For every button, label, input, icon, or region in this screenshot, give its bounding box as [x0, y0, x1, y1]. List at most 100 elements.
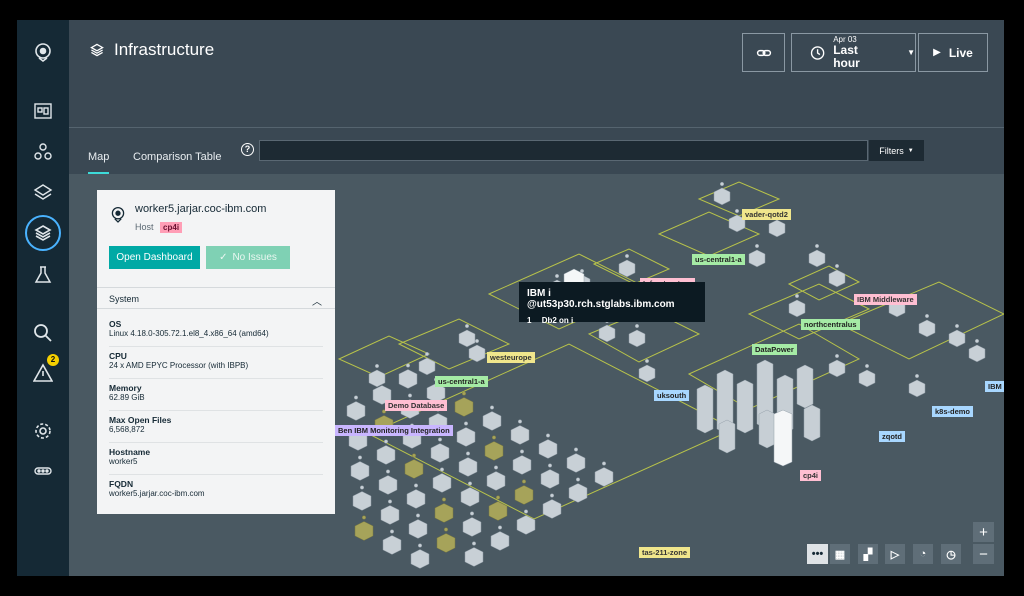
node-marker: [573, 447, 579, 452]
map-tooltip: IBM i @ut53p30.rch.stglabs.ibm.com 1 Db2…: [519, 282, 705, 325]
zone-outline: [787, 265, 861, 301]
node-marker: [523, 509, 529, 514]
clock-icon: [810, 45, 825, 60]
tooltip-name: Db2 on i: [541, 316, 574, 325]
map-label-k8s-demo[interactable]: k8s-demo: [932, 406, 974, 417]
search-icon[interactable]: [30, 320, 56, 346]
node-marker: [834, 353, 840, 359]
node-marker: [864, 363, 870, 369]
node-marker: [357, 455, 363, 460]
timeframe-text: Apr 03 Last hour: [833, 35, 885, 70]
map-label-ibm[interactable]: IBM: [985, 381, 1004, 392]
settings-icon[interactable]: [30, 418, 56, 444]
map-label-us-central1-a[interactable]: us-central1-a: [692, 254, 745, 265]
host-node: [490, 531, 510, 551]
node-marker: [465, 451, 471, 456]
host-detail-panel: worker5.jarjar.coc-ibm.com Host cp4i Ope…: [97, 190, 335, 514]
more-icon[interactable]: [30, 458, 56, 484]
caret-down-icon: ▼: [907, 48, 915, 57]
host-tower: [718, 419, 736, 454]
map-label-uksouth[interactable]: uksouth: [654, 390, 690, 401]
gauge-button[interactable]: ◷: [941, 544, 961, 564]
map-label-cp4i[interactable]: cp4i: [800, 470, 822, 481]
tooltip-count: 1: [527, 316, 532, 325]
host-node: [456, 427, 476, 447]
host-node: [908, 379, 926, 398]
infrastructure-icon[interactable]: [25, 215, 61, 251]
live-button[interactable]: ▶ Live: [918, 33, 988, 72]
tab-comparison-table[interactable]: Comparison Table: [133, 151, 221, 163]
node-marker: [463, 421, 469, 426]
node-marker: [644, 358, 650, 364]
divider: [109, 346, 323, 347]
host-node: [430, 443, 450, 463]
tag-button[interactable]: ▷: [885, 544, 905, 564]
zoom-in-button[interactable]: +: [973, 522, 994, 542]
node-marker: [517, 419, 523, 424]
host-node: [486, 471, 506, 491]
node-marker: [383, 439, 389, 444]
timeframe-picker[interactable]: Apr 03 Last hour ▼: [791, 33, 916, 72]
node-marker: [719, 181, 725, 187]
open-dashboard-button[interactable]: Open Dashboard: [109, 246, 200, 269]
node-marker: [489, 405, 495, 410]
link-icon: [756, 49, 771, 56]
map-label-northcentralus[interactable]: northcentralus: [801, 319, 860, 330]
map-label-zqotd[interactable]: zqotd: [879, 431, 905, 442]
host-node: [484, 441, 504, 461]
sidebar: 2: [17, 20, 69, 576]
host-node: [510, 425, 530, 445]
property-max-open-files: Max Open Files 6,568,872: [109, 415, 172, 434]
node-marker: [437, 437, 443, 442]
node-marker: [545, 433, 551, 438]
node-marker: [405, 363, 411, 368]
tab-map[interactable]: Map: [88, 151, 110, 175]
host-node: [788, 299, 806, 318]
copy-link-button[interactable]: [742, 33, 785, 72]
pie-icon: ◔: [919, 548, 927, 560]
filters-label: Filters: [879, 145, 904, 156]
zoom-out-button[interactable]: −: [973, 544, 994, 564]
node-marker: [754, 243, 760, 249]
node-marker: [424, 351, 430, 357]
map-label-datapower[interactable]: DataPower: [752, 344, 797, 355]
events-badge: 2: [47, 354, 59, 366]
applications-icon[interactable]: [30, 98, 56, 124]
filters-button[interactable]: Filters ▼: [869, 140, 924, 161]
no-issues-button[interactable]: ✓ No Issues: [206, 246, 290, 269]
more-options-button[interactable]: •••: [807, 544, 828, 564]
logo-icon[interactable]: [30, 39, 56, 65]
map-label-westeurope[interactable]: westeurope: [487, 352, 535, 363]
map-label-ibm-middleware[interactable]: IBM Middleware: [854, 294, 917, 305]
services-icon[interactable]: [30, 139, 56, 165]
node-marker: [374, 363, 380, 369]
map-label-ben-ibm-monitoring[interactable]: Ben IBM Monitoring Integration: [335, 425, 453, 436]
events-icon[interactable]: 2: [30, 354, 59, 386]
node-marker: [954, 323, 960, 329]
host-node: [436, 533, 456, 553]
map-label-demo-database[interactable]: Demo Database: [385, 400, 448, 411]
map-label-tas-211-zone[interactable]: tas-211-zone: [639, 547, 691, 558]
host-tag[interactable]: cp4i: [160, 222, 183, 233]
node-marker: [474, 338, 480, 344]
map-label-vader-qotd2[interactable]: vader-qotd2: [742, 209, 791, 220]
system-section-header[interactable]: System ︿: [97, 287, 335, 309]
host-tower: [796, 364, 814, 409]
host-node: [368, 369, 386, 388]
node-marker: [601, 461, 607, 466]
layout-button[interactable]: ▞: [858, 544, 878, 564]
divider: [109, 410, 323, 411]
analytics-icon[interactable]: [30, 262, 56, 288]
grid-view-button[interactable]: ▦: [830, 544, 850, 564]
platforms-icon[interactable]: [30, 180, 56, 206]
map-label-us-central1-a-2[interactable]: us-central1-a: [435, 376, 488, 387]
check-icon: ✓: [219, 252, 228, 263]
node-marker: [469, 511, 475, 516]
search-input[interactable]: [259, 140, 868, 161]
help-icon[interactable]: ?: [241, 143, 254, 156]
property-os: OS Linux 4.18.0-305.72.1.el8_4.x86_64 (am…: [109, 319, 269, 338]
infrastructure-map[interactable]: vader-qotd2 us-central1-a Infrastructure…: [69, 174, 1004, 576]
host-type: Host cp4i: [135, 222, 183, 233]
pie-button[interactable]: ◔: [913, 544, 933, 564]
host-node: [406, 489, 426, 509]
